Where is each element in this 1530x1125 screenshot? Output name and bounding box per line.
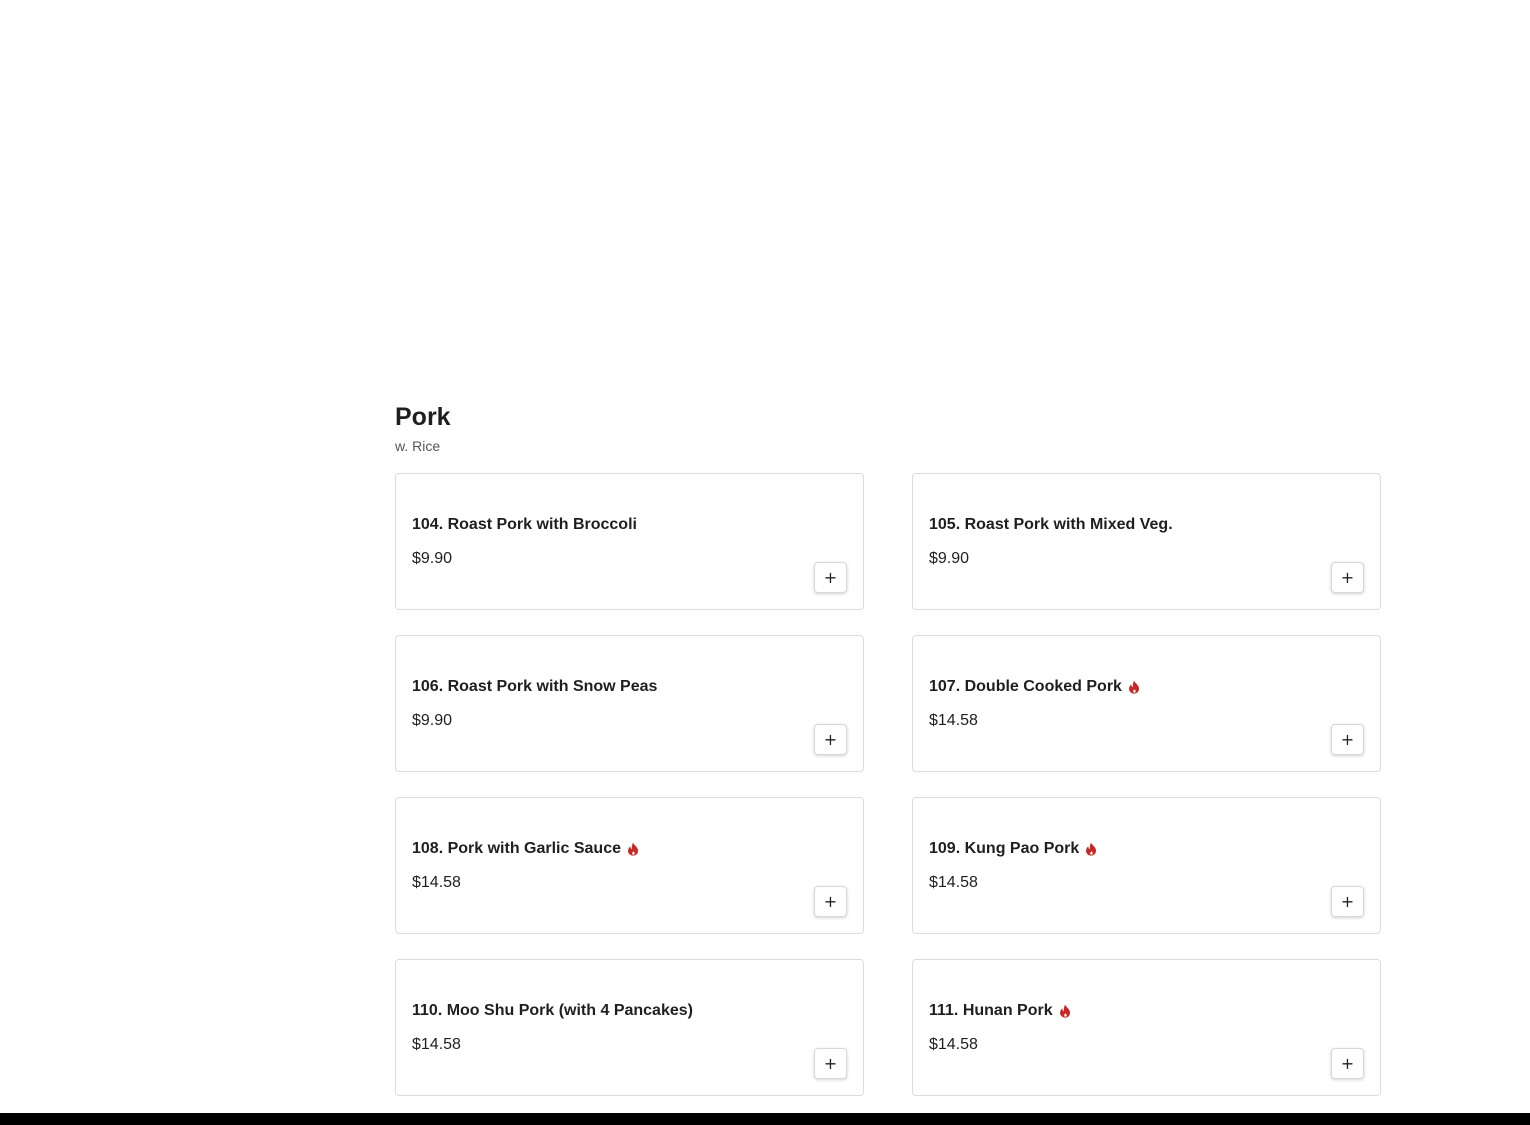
menu-item-title: 107. Double Cooked Pork (929, 677, 1140, 697)
section-title: Pork (395, 403, 451, 431)
menu-item-price: $14.58 (929, 874, 978, 891)
menu-item-title: 109. Kung Pao Pork (929, 839, 1097, 859)
menu-section-pork: Pork w. Rice 104. Roast Pork with Brocco… (395, 400, 1381, 1096)
add-to-cart-button[interactable]: + (1331, 562, 1364, 593)
menu-item-name: 109. Kung Pao Pork (929, 840, 1080, 857)
add-to-cart-button[interactable]: + (814, 562, 847, 593)
bottom-bar (0, 1113, 1530, 1125)
menu-item-card[interactable]: 107. Double Cooked Pork $14.58 + (912, 635, 1381, 772)
menu-item-card[interactable]: 109. Kung Pao Pork $14.58 + (912, 797, 1381, 934)
menu-item-name: 111. Hunan Pork (929, 1002, 1053, 1019)
menu-item-price: $14.58 (929, 712, 978, 729)
add-to-cart-button[interactable]: + (814, 886, 847, 917)
menu-item-price: $14.58 (412, 874, 461, 891)
menu-item-name: 106. Roast Pork with Snow Peas (412, 678, 658, 695)
menu-item-grid: 104. Roast Pork with Broccoli $9.90 + 10… (395, 473, 1381, 1096)
add-to-cart-button[interactable]: + (1331, 724, 1364, 755)
menu-item-price: $14.58 (929, 1036, 978, 1053)
section-subtitle: w. Rice (395, 438, 441, 454)
add-to-cart-button[interactable]: + (1331, 886, 1364, 917)
menu-item-name: 110. Moo Shu Pork (with 4 Pancakes) (412, 1002, 693, 1019)
add-to-cart-button[interactable]: + (1331, 1048, 1364, 1079)
flame-icon (1059, 1004, 1070, 1018)
add-to-cart-button[interactable]: + (814, 1048, 847, 1079)
menu-item-price: $14.58 (412, 1036, 461, 1053)
menu-item-card[interactable]: 106. Roast Pork with Snow Peas $9.90 + (395, 635, 864, 772)
flame-icon (1128, 680, 1139, 694)
menu-page: Pork w. Rice 104. Roast Pork with Brocco… (0, 0, 1530, 1125)
menu-item-title: 105. Roast Pork with Mixed Veg. (929, 515, 1173, 535)
flame-icon (628, 842, 638, 856)
menu-item-card[interactable]: 104. Roast Pork with Broccoli $9.90 + (395, 473, 864, 610)
menu-item-price: $9.90 (929, 550, 970, 567)
menu-item-name: 104. Roast Pork with Broccoli (412, 516, 637, 533)
menu-item-name: 105. Roast Pork with Mixed Veg. (929, 516, 1173, 533)
menu-item-card[interactable]: 108. Pork with Garlic Sauce $14.58 + (395, 797, 864, 934)
menu-item-title: 110. Moo Shu Pork (with 4 Pancakes) (412, 1001, 693, 1021)
menu-item-title: 104. Roast Pork with Broccoli (412, 515, 637, 535)
menu-item-title: 111. Hunan Pork (929, 1001, 1071, 1021)
menu-item-card[interactable]: 110. Moo Shu Pork (with 4 Pancakes) $14.… (395, 959, 864, 1096)
menu-item-title: 106. Roast Pork with Snow Peas (412, 677, 657, 697)
menu-item-card[interactable]: 111. Hunan Pork $14.58 + (912, 959, 1381, 1096)
flame-icon (1086, 842, 1097, 856)
menu-item-price: $9.90 (412, 712, 453, 729)
menu-item-name: 107. Double Cooked Pork (929, 678, 1122, 695)
add-to-cart-button[interactable]: + (814, 724, 847, 755)
menu-item-name: 108. Pork with Garlic Sauce (412, 840, 621, 857)
menu-item-title: 108. Pork with Garlic Sauce (412, 839, 639, 859)
menu-item-price: $9.90 (412, 550, 453, 567)
menu-item-card[interactable]: 105. Roast Pork with Mixed Veg. $9.90 + (912, 473, 1381, 610)
